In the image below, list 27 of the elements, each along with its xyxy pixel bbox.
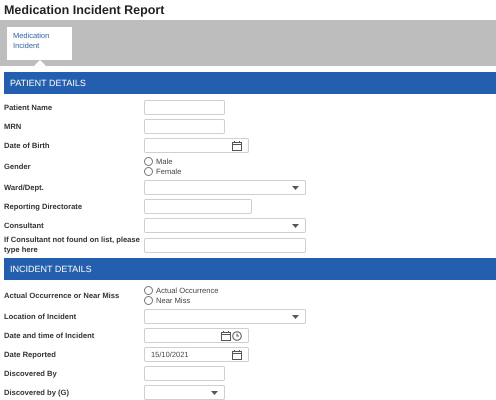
dropdown-field[interactable] — [144, 385, 225, 400]
selected-tab-pointer — [34, 60, 46, 66]
caret-icon — [292, 186, 299, 190]
text-field[interactable] — [144, 100, 225, 115]
radio-button[interactable] — [144, 296, 153, 305]
radio-button[interactable] — [144, 157, 153, 166]
section-header: PATIENT DETAILS — [4, 72, 496, 94]
clock-icon[interactable] — [232, 330, 242, 340]
dropdown-field[interactable] — [144, 309, 306, 324]
calendar-icon[interactable] — [232, 140, 242, 150]
section-header: INCIDENT DETAILS — [4, 258, 496, 280]
dropdown-field[interactable] — [144, 218, 306, 233]
dropdown-field[interactable] — [144, 180, 306, 195]
date-time-field[interactable] — [144, 328, 249, 343]
radio-button[interactable] — [144, 286, 153, 295]
date-field[interactable] — [144, 138, 249, 153]
page-title: Medication Incident Report — [3, 2, 166, 19]
text-field[interactable] — [144, 238, 306, 252]
radio-button[interactable] — [144, 167, 153, 176]
caret-icon — [211, 390, 218, 394]
text-field[interactable] — [144, 199, 252, 214]
calendar-icon[interactable] — [232, 350, 242, 360]
caret-icon — [292, 314, 299, 318]
caret-icon — [292, 224, 299, 228]
calendar-icon[interactable] — [221, 330, 231, 340]
text-field[interactable] — [144, 119, 225, 134]
text-field[interactable] — [144, 366, 225, 381]
